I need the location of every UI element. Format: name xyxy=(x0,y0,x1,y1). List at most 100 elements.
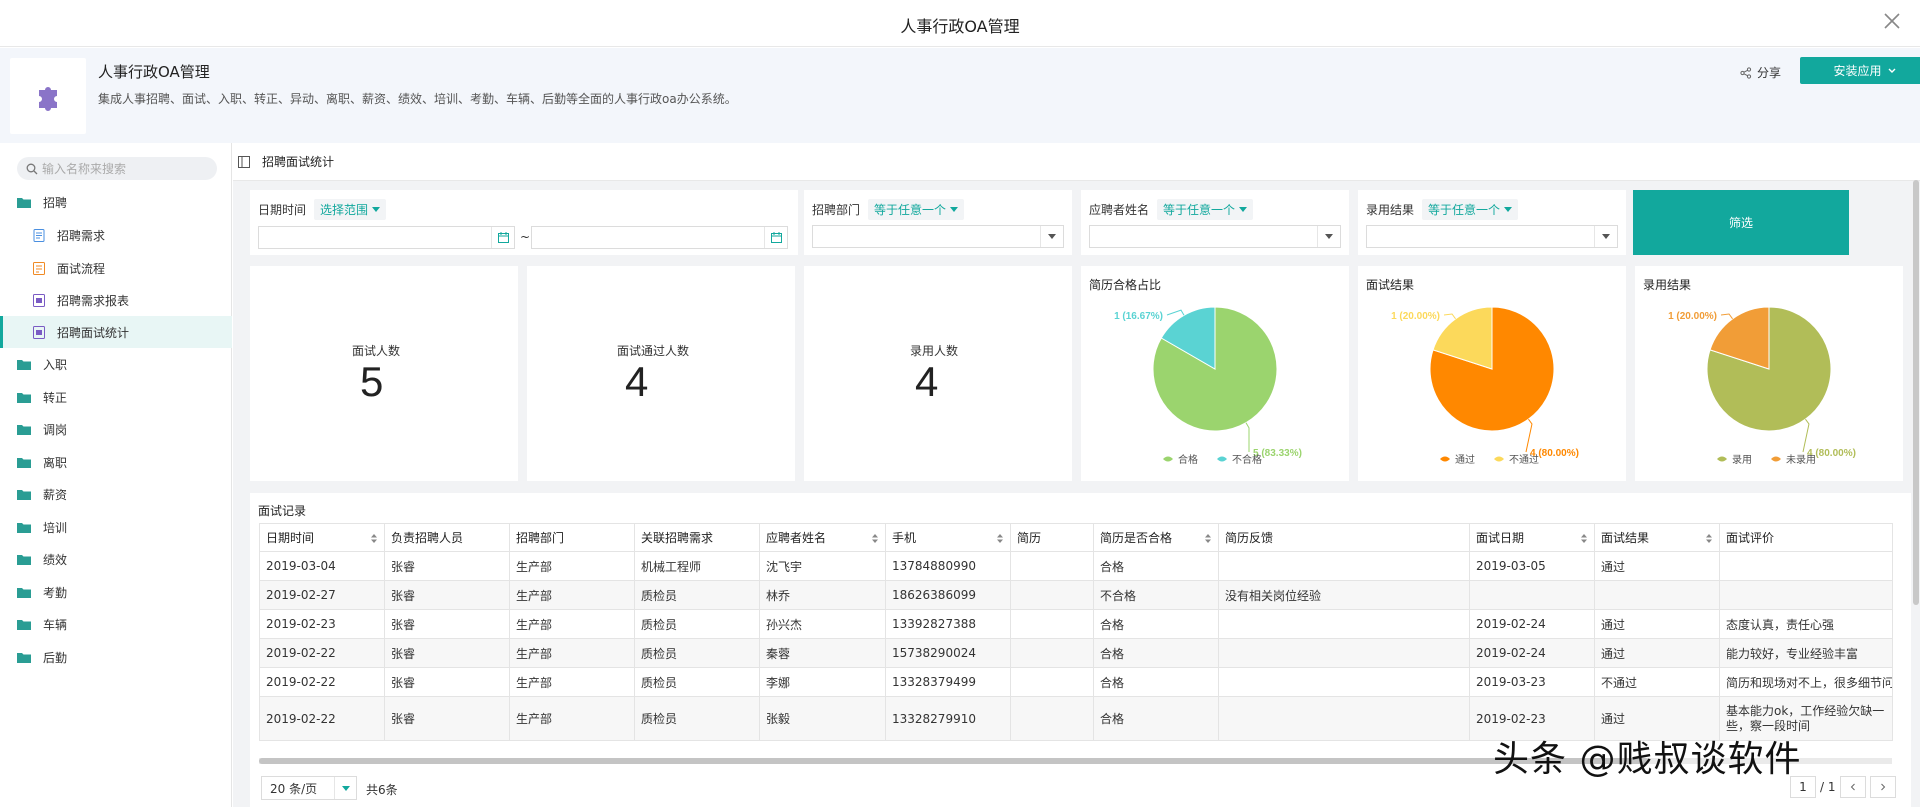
sort-icon[interactable] xyxy=(1205,534,1211,543)
applicant-select[interactable] xyxy=(1089,225,1341,248)
pie-data-label: 1 (20.00%) xyxy=(1668,311,1717,322)
sidebar-group-performance[interactable]: 绩效 xyxy=(0,543,232,575)
table-cell: 生产部 xyxy=(509,638,635,668)
column-header-label: 负责招聘人员 xyxy=(391,531,464,545)
sidebar-group-onboard[interactable]: 入职 xyxy=(0,348,232,380)
calendar-icon[interactable] xyxy=(764,227,787,248)
table-cell: 质检员 xyxy=(634,580,760,610)
sidebar-group-training[interactable]: 培训 xyxy=(0,511,232,543)
column-header[interactable]: 招聘部门 xyxy=(509,523,635,552)
install-app-button[interactable]: 安装应用 xyxy=(1800,57,1920,84)
sidebar-group-transfer[interactable]: 调岗 xyxy=(0,413,232,445)
collapse-sidebar-icon[interactable] xyxy=(238,155,250,168)
folder-icon xyxy=(17,554,31,565)
pie-label-line xyxy=(1443,313,1456,320)
page-size-select[interactable]: 20 条/页 xyxy=(261,776,357,800)
hire-result-select[interactable] xyxy=(1366,225,1618,248)
filter-mode-text: 等于任意一个 xyxy=(1163,203,1236,217)
table-cell: 质检员 xyxy=(634,667,760,697)
table-cell: 2019-02-23 xyxy=(259,609,385,639)
table-cell: 机械工程师 xyxy=(634,551,760,581)
sidebar-group-resign[interactable]: 离职 xyxy=(0,446,232,478)
stat-value: 5 xyxy=(360,358,384,405)
column-header[interactable]: 简历是否合格 xyxy=(1093,523,1219,552)
search-icon xyxy=(26,163,38,174)
sidebar-item-recruit-demand[interactable]: 招聘需求 xyxy=(0,219,232,251)
column-header[interactable]: 简历 xyxy=(1010,523,1094,552)
sort-icon[interactable] xyxy=(371,534,377,543)
sidebar-item-interview-stats[interactable]: 招聘面试统计 xyxy=(0,316,232,348)
column-header[interactable]: 手机 xyxy=(885,523,1011,552)
column-header[interactable]: 面试结果 xyxy=(1594,523,1720,552)
table-cell xyxy=(1218,696,1470,741)
sort-icon[interactable] xyxy=(1706,534,1712,543)
sidebar-group-regular[interactable]: 转正 xyxy=(0,381,232,413)
table-row[interactable]: 2019-02-27 张睿 生产部 质检员 林乔 18626386099 不合格 没有相关岗位… xyxy=(259,580,1893,610)
filter-applicant-mode[interactable]: 等于任意一个 xyxy=(1157,199,1254,220)
table-row[interactable]: 2019-02-22 张睿 生产部 质检员 李娜 13328379499 合格 2019-03… xyxy=(259,667,1893,697)
sidebar-label: 车辆 xyxy=(43,617,68,632)
sidebar-item-demand-report[interactable]: 招聘需求报表 xyxy=(0,284,232,316)
column-header[interactable]: 简历反馈 xyxy=(1218,523,1470,552)
close-icon[interactable] xyxy=(1880,9,1904,33)
filter-hire-result-mode[interactable]: 等于任意一个 xyxy=(1422,199,1519,220)
next-page-button[interactable] xyxy=(1869,776,1896,798)
stat-card-passed: 面试通过人数 4 xyxy=(527,266,795,481)
chevron-down-icon xyxy=(1888,68,1895,73)
prev-page-button[interactable] xyxy=(1839,776,1866,798)
table-row[interactable]: 2019-02-23 张睿 生产部 质检员 孙兴杰 13392827388 合格 2019-0… xyxy=(259,609,1893,639)
sort-icon[interactable] xyxy=(997,534,1003,543)
sidebar-group-salary[interactable]: 薪资 xyxy=(0,478,232,510)
column-header[interactable]: 面试评价 xyxy=(1719,523,1893,552)
sidebar-label: 招聘需求报表 xyxy=(57,293,130,308)
sort-icon[interactable] xyxy=(872,534,878,543)
table-cell: 13784880990 xyxy=(885,551,1011,581)
table-cell xyxy=(1218,667,1470,697)
share-button[interactable]: 分享 xyxy=(1740,64,1781,81)
sidebar-group-logistics[interactable]: 后勤 xyxy=(0,641,232,673)
column-header-label: 面试评价 xyxy=(1726,531,1775,545)
sidebar-label: 薪资 xyxy=(43,487,68,502)
sidebar: 输入名称来搜索 招聘 招聘需求 面试流程 招聘需求报表 招聘面试统计 入职 转正… xyxy=(0,143,232,807)
dropdown-icon xyxy=(1040,226,1063,247)
sidebar-item-interview-flow[interactable]: 面试流程 xyxy=(0,252,232,284)
column-header[interactable]: 日期时间 xyxy=(259,523,385,552)
column-header[interactable]: 负责招聘人员 xyxy=(384,523,510,552)
pie-label-line xyxy=(1166,309,1185,316)
scrollbar-thumb[interactable] xyxy=(259,758,1649,764)
search-input[interactable]: 输入名称来搜索 xyxy=(17,157,217,180)
sort-icon[interactable] xyxy=(1581,534,1587,543)
column-header[interactable]: 应聘者姓名 xyxy=(759,523,886,552)
table-row[interactable]: 2019-02-22 张睿 生产部 质检员 秦蓉 15738290024 合格 2019-02… xyxy=(259,638,1893,668)
stat-card-interviews: 面试人数 5 xyxy=(250,266,518,481)
column-header[interactable]: 面试日期 xyxy=(1469,523,1595,552)
table-cell: 2019-03-23 xyxy=(1469,667,1595,697)
table-cell: 张睿 xyxy=(384,696,510,741)
table-cell: 13328279910 xyxy=(885,696,1011,741)
date-start-input[interactable] xyxy=(258,226,515,249)
sidebar-group-recruit[interactable]: 招聘 xyxy=(0,186,232,218)
sidebar-group-vehicle[interactable]: 车辆 xyxy=(0,608,232,640)
table-cell xyxy=(1010,609,1094,639)
vertical-scrollbar[interactable] xyxy=(1913,180,1919,605)
date-end-input[interactable] xyxy=(531,226,788,249)
column-header[interactable]: 关联招聘需求 xyxy=(634,523,760,552)
table-cell: 张睿 xyxy=(384,667,510,697)
filter-date-mode[interactable]: 选择范围 xyxy=(314,199,387,220)
table-row[interactable]: 2019-03-04 张睿 生产部 机械工程师 沈飞宇 13784880990 合格 2019… xyxy=(259,551,1893,581)
department-select[interactable] xyxy=(812,225,1064,248)
table-cell xyxy=(1010,551,1094,581)
sidebar-group-attendance[interactable]: 考勤 xyxy=(0,576,232,608)
pie-label-line xyxy=(1245,422,1250,452)
filter-department-mode[interactable]: 等于任意一个 xyxy=(868,199,965,220)
filter-label: 应聘者姓名 xyxy=(1089,203,1150,217)
table-cell: 生产部 xyxy=(509,580,635,610)
share-icon xyxy=(1740,66,1752,79)
calendar-icon[interactable] xyxy=(491,227,514,248)
share-label: 分享 xyxy=(1757,66,1782,80)
table-cell: 林乔 xyxy=(759,580,886,610)
filter-submit-button[interactable]: 筛选 xyxy=(1633,190,1849,255)
sidebar-label: 考勤 xyxy=(43,585,68,600)
legend-marker xyxy=(1217,456,1227,462)
table-cell: 质检员 xyxy=(634,609,760,639)
